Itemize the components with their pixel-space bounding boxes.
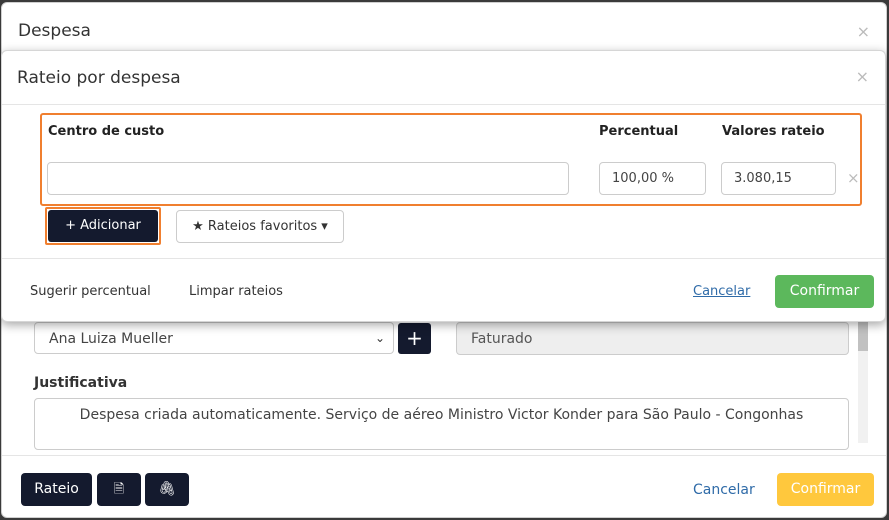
paperclip-icon[interactable]: 🖇 bbox=[145, 473, 189, 506]
status-field: Faturado bbox=[456, 322, 849, 355]
allocation-confirm-button[interactable]: Confirmar bbox=[775, 275, 874, 308]
document-icon[interactable]: 🗎 bbox=[97, 473, 141, 506]
justification-textarea[interactable]: Despesa criada automaticamente. Serviço … bbox=[34, 398, 849, 450]
clear-allocations-button[interactable]: Limpar rateios bbox=[189, 284, 283, 299]
responsible-select-value: Ana Luiza Mueller bbox=[49, 331, 173, 347]
expense-modal-close-icon[interactable]: × bbox=[857, 22, 870, 41]
percent-input[interactable]: 100,00 % bbox=[599, 162, 706, 195]
expense-cancel-button[interactable]: Cancelar bbox=[693, 482, 755, 498]
allocation-cancel-button[interactable]: Cancelar bbox=[693, 284, 750, 299]
scrollbar-thumb[interactable] bbox=[858, 321, 868, 351]
allocation-modal-title: Rateio por despesa bbox=[17, 68, 181, 88]
chevron-down-icon: ⌄ bbox=[374, 331, 385, 345]
cost-center-header: Centro de custo bbox=[48, 124, 165, 139]
amount-header: Valores rateio bbox=[722, 124, 825, 139]
cost-center-input[interactable] bbox=[47, 162, 569, 195]
expense-modal-footer: Rateio 🗎 🖇 Cancelar Confirmar bbox=[2, 455, 886, 517]
remove-row-icon[interactable]: × bbox=[847, 169, 860, 187]
favorite-allocations-dropdown[interactable]: ★ Rateios favoritos ▾ bbox=[176, 210, 344, 243]
rateio-button[interactable]: Rateio bbox=[21, 473, 92, 506]
expense-modal-title: Despesa bbox=[18, 21, 91, 41]
add-allocation-button[interactable]: + Adicionar bbox=[48, 210, 158, 242]
suggest-percent-button[interactable]: Sugerir percentual bbox=[30, 284, 151, 299]
allocation-modal-footer: Sugerir percentual Limpar rateios Cancel… bbox=[2, 258, 885, 321]
justification-label: Justificativa bbox=[34, 375, 128, 391]
amount-input[interactable]: 3.080,15 bbox=[721, 162, 836, 195]
expense-confirm-button[interactable]: Confirmar bbox=[777, 473, 874, 506]
add-responsible-button[interactable]: + bbox=[398, 323, 431, 354]
allocation-modal: Rateio por despesa × Centro de custo Per… bbox=[1, 50, 886, 322]
allocation-modal-close-icon[interactable]: × bbox=[856, 67, 869, 86]
allocation-modal-header: Rateio por despesa × bbox=[2, 51, 885, 105]
percent-header: Percentual bbox=[599, 124, 679, 139]
responsible-select[interactable]: Ana Luiza Mueller ⌄ bbox=[34, 322, 394, 354]
